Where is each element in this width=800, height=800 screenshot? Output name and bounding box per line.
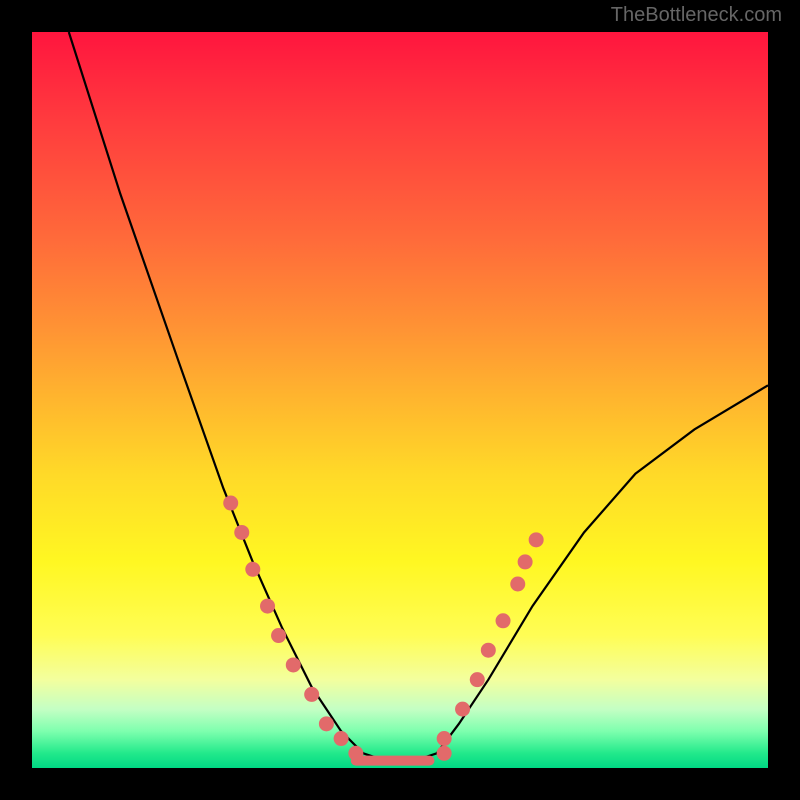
data-markers-group [223, 496, 543, 761]
data-marker [470, 672, 485, 687]
data-marker [348, 746, 363, 761]
data-marker [481, 643, 496, 658]
data-marker [496, 613, 511, 628]
bottleneck-curve [69, 32, 768, 761]
watermark-text: TheBottleneck.com [611, 4, 782, 27]
data-marker [518, 554, 533, 569]
data-marker [223, 496, 238, 511]
data-marker [304, 687, 319, 702]
data-marker [234, 525, 249, 540]
data-marker [510, 577, 525, 592]
chart-plot-area [32, 32, 768, 768]
data-marker [245, 562, 260, 577]
data-marker [286, 657, 301, 672]
bottleneck-curve-svg [32, 32, 768, 768]
data-marker [271, 628, 286, 643]
data-marker [319, 716, 334, 731]
data-marker [529, 532, 544, 547]
data-marker [437, 731, 452, 746]
data-marker [334, 731, 349, 746]
data-marker [437, 746, 452, 761]
data-marker [455, 702, 470, 717]
data-marker [260, 599, 275, 614]
